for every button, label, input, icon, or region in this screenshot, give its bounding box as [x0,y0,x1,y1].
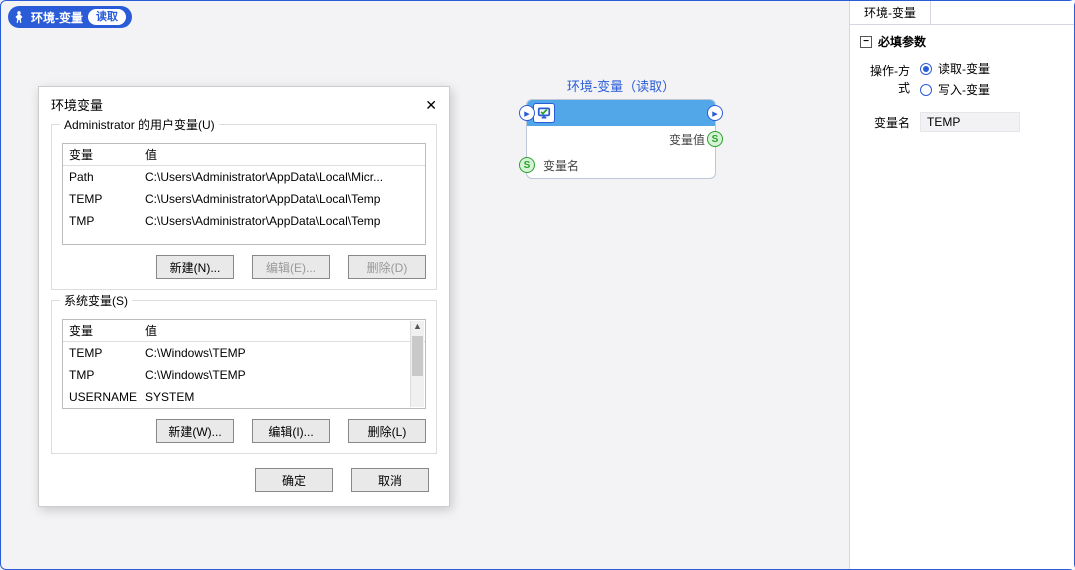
edit-sys-var-button[interactable]: 编辑(I)... [252,419,330,443]
person-icon [12,10,26,24]
header-val: 值 [145,322,425,339]
scrollbar[interactable]: ▲ [410,321,424,407]
table-row[interactable]: Path C:\Users\Administrator\AppData\Loca… [63,166,425,188]
ok-button[interactable]: 确定 [255,468,333,492]
radio-write-label: 写入-变量 [938,81,990,98]
pill-title: 环境-变量 [31,9,83,26]
varname-input[interactable] [920,112,1020,132]
radio-read-label: 读取-变量 [938,60,990,77]
node-body: ▸ ▸ 变量值 S S 变量名 [526,99,716,179]
header-val: 值 [145,146,425,163]
sys-vars-label: 系统变量(S) [60,292,132,309]
scroll-thumb[interactable] [412,336,423,376]
node-output-value: 变量值 S [527,126,715,152]
table-row[interactable]: USERNAME SYSTEM [63,386,425,408]
table-row[interactable]: TMP C:\Windows\TEMP [63,364,425,386]
canvas: 环境-变量 读取 环境-变量（读取） ▸ ▸ 变量值 S S [1,1,849,569]
sys-vars-table[interactable]: 变量 值 TEMP C:\Windows\TEMP TMP C:\Windows… [62,319,426,409]
required-params-header[interactable]: − 必填参数 [860,33,1064,50]
radio-write[interactable]: 写入-变量 [920,81,1064,98]
name-in-port[interactable]: S [519,157,535,173]
varname-label: 变量名 [860,112,920,131]
close-icon[interactable]: ✕ [425,98,437,112]
node-env-var[interactable]: 环境-变量（读取） ▸ ▸ 变量值 S S 变量名 [526,76,716,179]
edit-user-var-button[interactable]: 编辑(E)... [252,255,330,279]
user-vars-group: Administrator 的用户变量(U) 变量 值 Path C:\User… [51,124,437,290]
header-var: 变量 [63,146,145,163]
node-input-name: S 变量名 [527,152,715,178]
exec-out-port[interactable]: ▸ [707,105,723,121]
dialog-title: 环境变量 [51,95,103,114]
tab-env-var[interactable]: 环境-变量 [850,1,931,24]
node-header[interactable]: ▸ ▸ [527,100,715,126]
table-header: 变量 值 [63,144,425,166]
user-vars-table[interactable]: 变量 值 Path C:\Users\Administrator\AppData… [62,143,426,245]
exec-in-port[interactable]: ▸ [519,105,535,121]
op-mode-label: 操作-方式 [860,60,920,96]
monitor-check-icon [533,103,555,123]
new-user-var-button[interactable]: 新建(N)... [156,255,234,279]
property-tabs: 环境-变量 [850,1,1074,25]
user-vars-label: Administrator 的用户变量(U) [60,116,219,133]
section-title: 必填参数 [878,33,926,50]
value-out-port[interactable]: S [707,131,723,147]
action-pill[interactable]: 环境-变量 读取 [8,6,132,28]
node-title: 环境-变量（读取） [526,76,716,95]
radio-icon [920,63,932,75]
table-row[interactable]: TMP C:\Users\Administrator\AppData\Local… [63,210,425,232]
radio-icon [920,84,932,96]
new-sys-var-button[interactable]: 新建(W)... [156,419,234,443]
scroll-up-icon[interactable]: ▲ [411,321,424,335]
table-row[interactable]: TEMP C:\Users\Administrator\AppData\Loca… [63,188,425,210]
header-var: 变量 [63,322,145,339]
delete-sys-var-button[interactable]: 删除(L) [348,419,426,443]
node-input-name-label: 变量名 [543,157,579,174]
collapse-icon[interactable]: − [860,36,872,48]
pill-badge: 读取 [88,9,126,25]
cancel-button[interactable]: 取消 [351,468,429,492]
table-header: 变量 值 [63,320,425,342]
sys-vars-group: 系统变量(S) 变量 值 TEMP C:\Windows\TEMP TMP C:… [51,300,437,454]
node-output-value-label: 变量值 [669,131,705,148]
table-row[interactable]: TEMP C:\Windows\TEMP [63,342,425,364]
env-var-dialog: 环境变量 ✕ Administrator 的用户变量(U) 变量 值 Path … [38,86,450,507]
delete-user-var-button[interactable]: 删除(D) [348,255,426,279]
property-panel: 环境-变量 − 必填参数 操作-方式 读取-变量 写入-变量 [849,1,1074,569]
radio-read[interactable]: 读取-变量 [920,60,1064,77]
